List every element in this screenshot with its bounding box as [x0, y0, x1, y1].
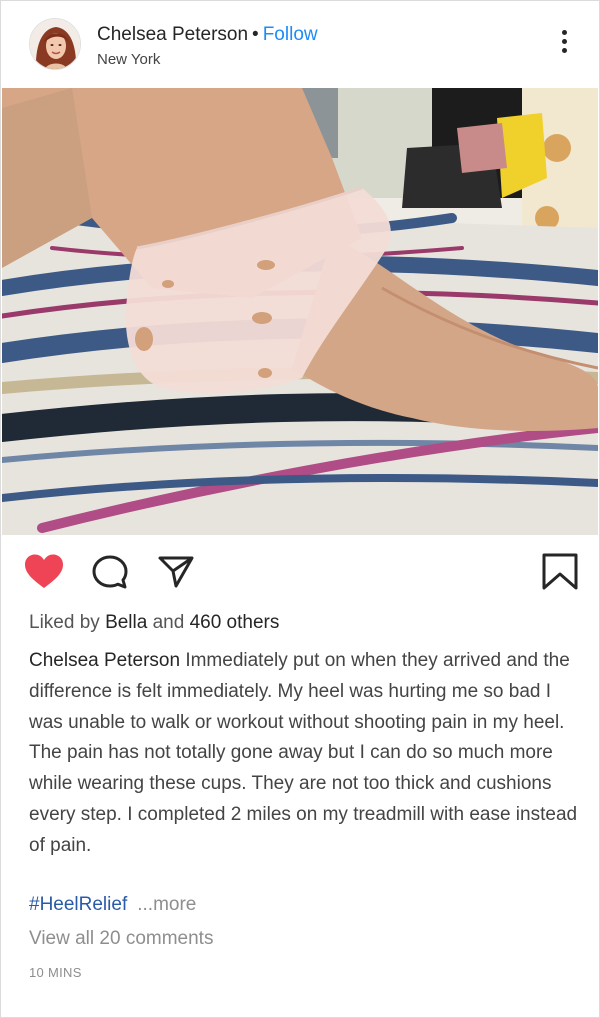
likes-conjunction: and: [152, 612, 185, 633]
separator-dot: •: [252, 24, 259, 45]
heart-icon[interactable]: [23, 552, 63, 592]
post-image[interactable]: [2, 88, 598, 535]
post-actions: [0, 540, 600, 600]
caption-tags: #HeelRelief ...more: [29, 894, 196, 916]
likes-summary: Liked by Bella and 460 others: [29, 612, 279, 634]
post-caption: Chelsea Peterson Immediately put on when…: [29, 646, 581, 862]
user-line: Chelsea Peterson • Follow: [97, 24, 318, 46]
avatar[interactable]: [29, 18, 81, 70]
bookmark-icon[interactable]: [540, 552, 580, 592]
location-label[interactable]: New York: [97, 51, 160, 68]
likes-count-link[interactable]: 460 others: [190, 612, 280, 633]
comment-icon[interactable]: [90, 552, 130, 592]
hashtag-link[interactable]: #HeelRelief: [29, 894, 127, 915]
follow-button[interactable]: Follow: [263, 24, 318, 45]
more-link[interactable]: ...more: [137, 894, 196, 915]
post-timestamp: 10 MINS: [29, 965, 82, 980]
post-header: Chelsea Peterson • Follow New York: [0, 0, 600, 88]
liker-link[interactable]: Bella: [105, 612, 147, 633]
username-link[interactable]: Chelsea Peterson: [97, 24, 248, 45]
caption-username-link[interactable]: Chelsea Peterson: [29, 650, 180, 671]
caption-text: Immediately put on when they arrived and…: [29, 650, 578, 856]
view-comments-link[interactable]: View all 20 comments: [29, 928, 213, 950]
likes-prefix: Liked by: [29, 612, 100, 633]
more-vertical-icon[interactable]: [556, 30, 572, 58]
paper-plane-icon[interactable]: [156, 552, 196, 592]
